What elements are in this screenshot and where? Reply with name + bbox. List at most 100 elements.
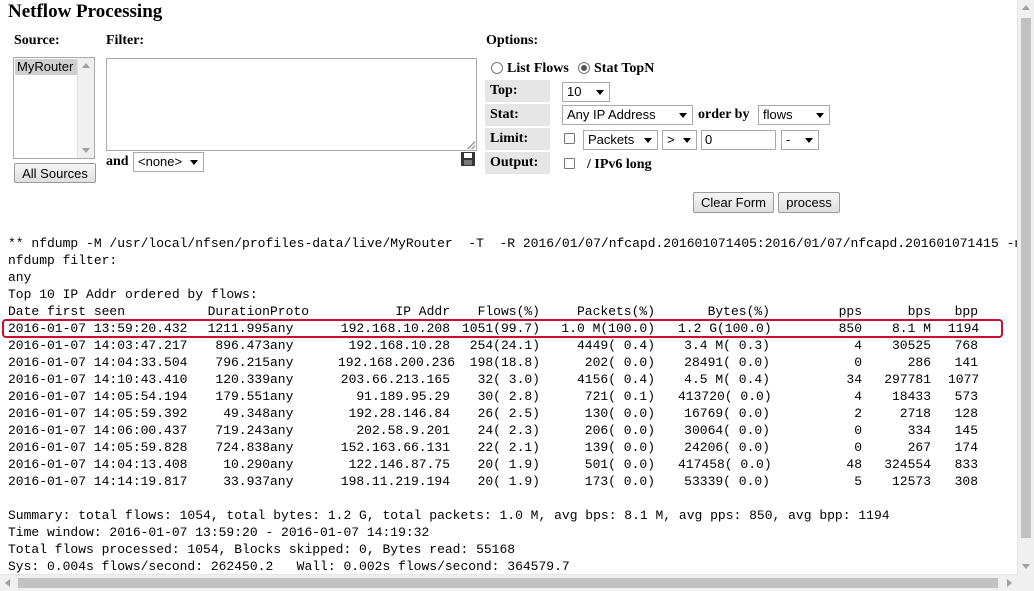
cell-bpp: 573	[954, 389, 978, 404]
cell-date-first-seen: 2016-01-07 14:04:13.408	[8, 457, 188, 472]
cell-proto: any	[270, 406, 294, 421]
cell-ip-addr: 91.189.95.29	[356, 389, 450, 404]
cell-bytes: 413720( 0.0)	[678, 389, 772, 404]
cell-date-first-seen: 2016-01-07 14:06:00.437	[8, 423, 188, 438]
cell-duration: 120.339	[215, 372, 270, 387]
page-vertical-scrollbar[interactable]	[1017, 0, 1034, 574]
order-by-select-value: flows	[763, 107, 793, 122]
top-label: Top:	[485, 80, 550, 102]
cell-pps: 0	[854, 355, 862, 370]
stat-select-value: Any IP Address	[567, 107, 656, 122]
cell-duration: 49.348	[223, 406, 270, 421]
cell-pps: 5	[854, 474, 862, 489]
source-listbox-scrollbar[interactable]	[77, 58, 94, 158]
cell-ip-addr: 203.66.213.165	[340, 372, 450, 387]
cell-pps: 48	[846, 457, 862, 472]
cell-date-first-seen: 2016-01-07 14:04:33.504	[8, 355, 188, 370]
vertical-scroll-thumb[interactable]	[1021, 18, 1031, 538]
cell-pps: 0	[854, 423, 862, 438]
list-flows-label: List Flows	[507, 61, 569, 76]
col-flows: Flows(%)	[477, 304, 540, 319]
cell-ip-addr: 152.163.66.131	[340, 440, 450, 455]
cell-bpp: 141	[954, 355, 978, 370]
limit-value-input[interactable]: 0	[701, 130, 776, 150]
all-sources-button[interactable]: All Sources	[14, 163, 96, 183]
cell-bps: 324554	[884, 457, 931, 472]
cell-date-first-seen: 2016-01-07 14:05:54.194	[8, 389, 188, 404]
limit-unit-select[interactable]: -	[781, 130, 819, 150]
cell-bps: 286	[907, 355, 931, 370]
table-row: 2016-01-07 14:03:47.217 896.473 any 192.168…	[8, 337, 1008, 354]
scroll-left-icon[interactable]	[5, 579, 10, 587]
limit-checkbox[interactable]	[564, 133, 575, 144]
resize-grip-icon[interactable]	[467, 141, 475, 149]
col-bpp: bpp	[954, 304, 978, 319]
source-option-myrouter[interactable]: MyRouter	[15, 59, 80, 75]
cell-duration: 796.215	[215, 355, 270, 370]
page-horizontal-scrollbar[interactable]	[0, 574, 1017, 591]
ipv6-long-checkbox[interactable]	[564, 158, 575, 169]
cell-packets: 173( 0.0)	[584, 474, 655, 489]
scroll-up-icon[interactable]	[82, 63, 90, 68]
nfdump-command-line: ** nfdump -M /usr/local/nfsen/profiles-d…	[8, 236, 1023, 251]
cell-bytes: 24206( 0.0)	[684, 440, 770, 455]
filter-line: nfdump filter:	[8, 253, 118, 268]
cell-pps: 4	[854, 389, 862, 404]
cell-ip-addr: 122.146.87.75	[348, 457, 450, 472]
highlighted-row-annotation	[2, 319, 1003, 338]
cell-flows: 30( 2.8)	[477, 389, 540, 404]
save-icon[interactable]	[461, 152, 475, 166]
scrollbar-corner	[1017, 574, 1034, 591]
processed-line: Total flows processed: 1054, Blocks skip…	[8, 542, 516, 557]
col-bytes: Bytes(%)	[707, 304, 770, 319]
scroll-right-icon[interactable]	[1007, 579, 1012, 587]
and-select[interactable]: <none>	[133, 152, 204, 172]
cell-bytes: 30064( 0.0)	[684, 423, 770, 438]
cell-flows: 26( 2.5)	[477, 406, 540, 421]
order-by-select[interactable]: flows	[758, 105, 830, 125]
cell-ip-addr: 192.168.200.236	[338, 355, 456, 370]
scroll-down-icon[interactable]	[1022, 564, 1030, 569]
and-label: and	[106, 154, 129, 169]
cell-duration: 719.243	[215, 423, 270, 438]
scroll-up-icon[interactable]	[1022, 5, 1030, 10]
stat-topn-radio[interactable]	[578, 62, 590, 74]
limit-field-select[interactable]: Packets	[583, 130, 658, 150]
cell-date-first-seen: 2016-01-07 14:10:43.410	[8, 372, 188, 387]
chevron-down-icon	[190, 160, 198, 165]
time-window-line: Time window: 2016-01-07 13:59:20 - 2016-…	[8, 525, 430, 540]
top-select[interactable]: 10	[562, 82, 610, 102]
cell-ip-addr: 192.28.146.84	[348, 406, 450, 421]
table-row: 2016-01-07 14:14:19.817 33.937 any 198.11.2…	[8, 473, 1008, 490]
source-listbox[interactable]: MyRouter	[13, 57, 95, 159]
limit-op-select[interactable]: >	[662, 130, 697, 150]
cell-bytes: 3.4 M( 0.3)	[684, 338, 770, 353]
filter-textarea[interactable]	[106, 58, 477, 151]
clear-form-button[interactable]: Clear Form	[693, 192, 774, 213]
cell-flows: 254(24.1)	[469, 338, 540, 353]
scroll-down-icon[interactable]	[82, 148, 90, 153]
cell-bpp: 308	[954, 474, 978, 489]
cell-proto: any	[270, 457, 294, 472]
col-date-first-seen: Date first seen	[8, 304, 126, 319]
cell-proto: any	[270, 423, 294, 438]
sys-line: Sys: 0.004s flows/second: 262450.2 Wall:…	[8, 559, 570, 574]
cell-bps: 334	[907, 423, 931, 438]
horizontal-scroll-thumb[interactable]	[18, 578, 998, 588]
cell-packets: 139( 0.0)	[584, 440, 655, 455]
limit-unit-value: -	[786, 132, 791, 147]
cell-date-first-seen: 2016-01-07 14:05:59.392	[8, 406, 188, 421]
cell-flows: 20( 1.9)	[477, 474, 540, 489]
col-packets: Packets(%)	[576, 304, 655, 319]
filter-label: Filter:	[106, 33, 145, 48]
table-header: Date first seen Duration Proto IP Addr F…	[8, 303, 1008, 320]
table-row: 2016-01-07 14:04:33.504 796.215 any 192.168…	[8, 354, 1008, 371]
cell-date-first-seen: 2016-01-07 14:03:47.217	[8, 338, 188, 353]
cell-ip-addr: 198.11.219.194	[340, 474, 450, 489]
stat-select[interactable]: Any IP Address	[562, 105, 693, 125]
list-flows-radio[interactable]	[491, 62, 503, 74]
cell-bytes: 4.5 M( 0.4)	[684, 372, 770, 387]
cell-date-first-seen: 2016-01-07 14:05:59.828	[8, 440, 188, 455]
process-button[interactable]: process	[778, 192, 840, 213]
cell-bpp: 128	[954, 406, 978, 421]
